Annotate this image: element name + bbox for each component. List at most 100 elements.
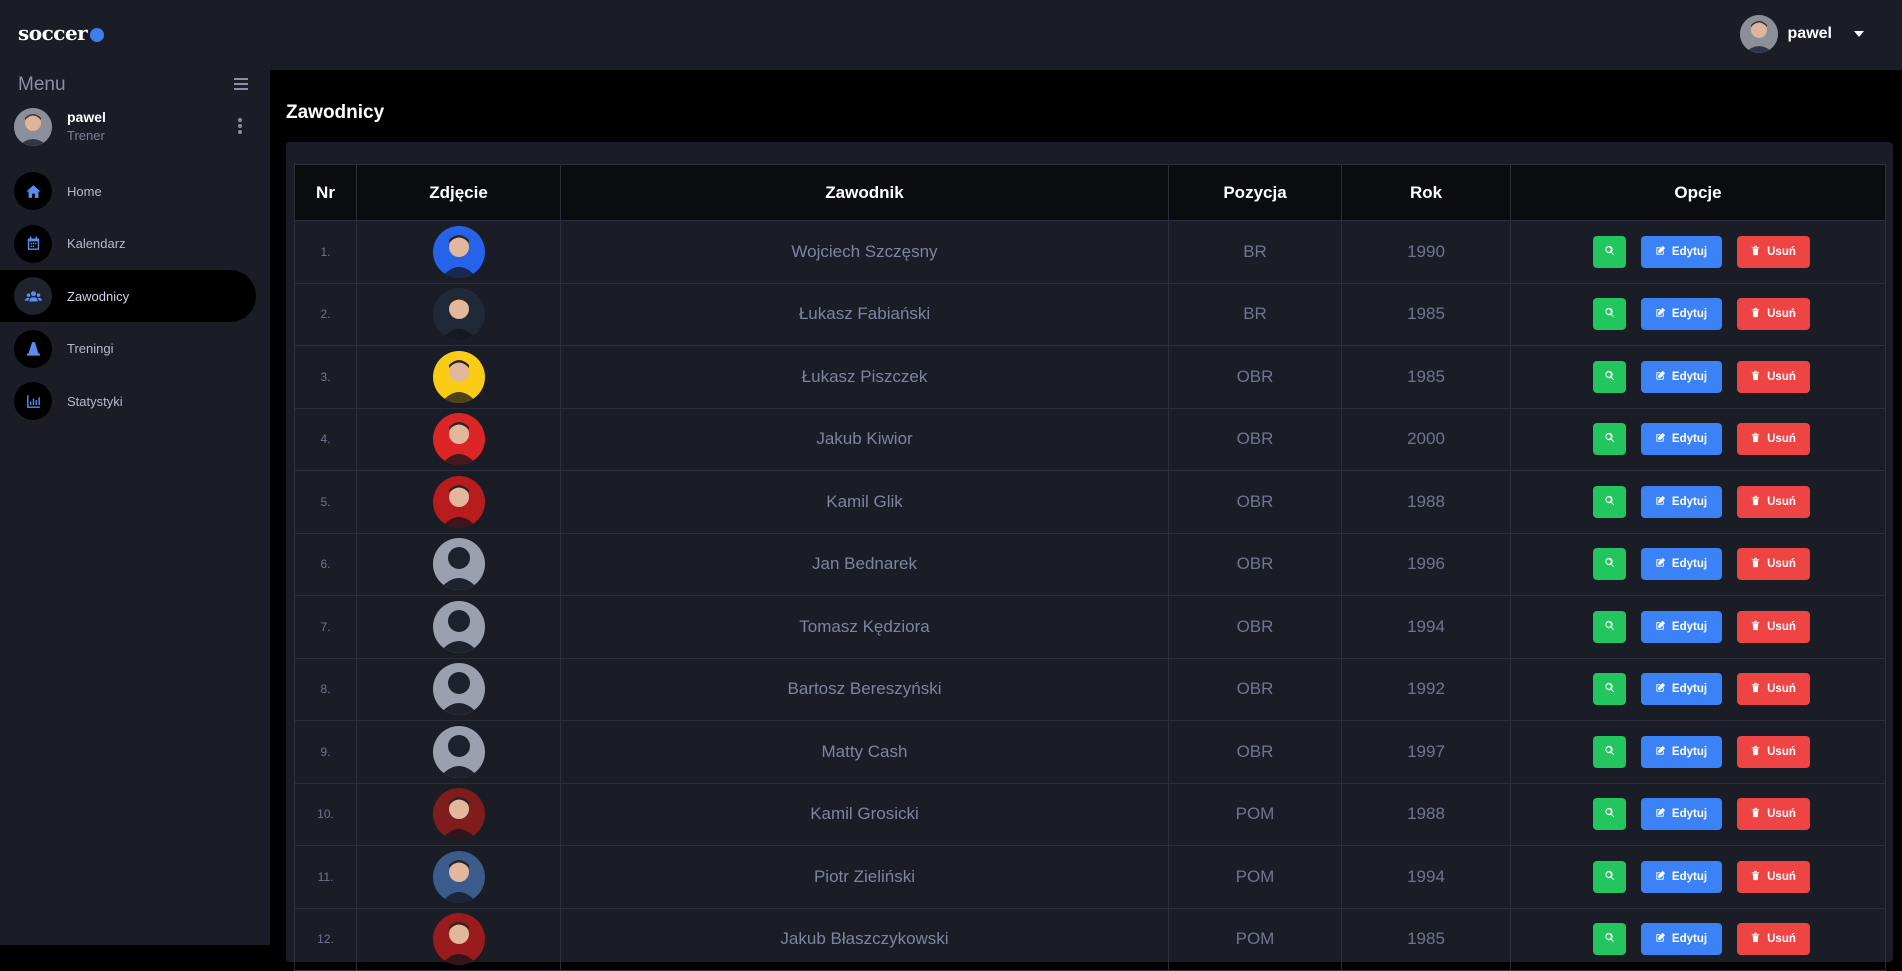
table-row: 8. Bartosz Bereszyński OBR 1992 Edytuj Usuń	[294, 657, 1886, 721]
player-number: 4.	[294, 407, 357, 471]
sidebar-item-statystyki[interactable]: Statystyki	[0, 375, 256, 427]
edit-button[interactable]: Edytuj	[1640, 673, 1722, 706]
edit-button[interactable]: Edytuj	[1640, 798, 1722, 831]
player-photo-cell	[356, 345, 561, 409]
delete-button[interactable]: Usuń	[1736, 923, 1810, 956]
player-options: Edytuj Usuń	[1510, 470, 1886, 534]
view-button[interactable]	[1592, 860, 1626, 893]
delete-button[interactable]: Usuń	[1736, 673, 1810, 706]
trash-icon	[1750, 932, 1761, 946]
edit-icon	[1655, 682, 1666, 696]
edit-label: Edytuj	[1671, 933, 1708, 946]
view-button[interactable]	[1592, 485, 1626, 518]
column-header-nr: Nr	[294, 164, 357, 221]
player-number: 11.	[294, 845, 357, 909]
menu-title: Menu	[18, 74, 66, 95]
sidebar-user: pawel Trener	[14, 108, 254, 148]
player-name: Jakub Błaszczykowski	[560, 907, 1169, 971]
player-number: 7.	[294, 595, 357, 659]
player-options: Edytuj Usuń	[1510, 407, 1886, 471]
delete-label: Usuń	[1767, 245, 1796, 258]
player-number: 8.	[294, 657, 357, 721]
user-menu[interactable]: pawel	[1739, 15, 1864, 53]
view-button[interactable]	[1592, 235, 1626, 268]
player-position: OBR	[1168, 345, 1342, 409]
edit-button[interactable]: Edytuj	[1640, 923, 1722, 956]
player-number: 6.	[294, 532, 357, 596]
view-button[interactable]	[1592, 798, 1626, 831]
edit-button[interactable]: Edytuj	[1640, 235, 1722, 268]
main-content: Zawodnicy Nr Zdjęcie Zawodnik Pozycja Ro…	[270, 70, 1902, 971]
delete-button[interactable]: Usuń	[1736, 360, 1810, 393]
delete-button[interactable]: Usuń	[1736, 548, 1810, 581]
edit-button[interactable]: Edytuj	[1640, 860, 1722, 893]
edit-icon	[1655, 620, 1666, 634]
delete-label: Usuń	[1767, 495, 1796, 508]
delete-label: Usuń	[1767, 620, 1796, 633]
edit-button[interactable]: Edytuj	[1640, 548, 1722, 581]
delete-button[interactable]: Usuń	[1736, 485, 1810, 518]
view-button[interactable]	[1592, 423, 1626, 456]
avatar	[14, 108, 52, 146]
sidebar-item-treningi[interactable]: Treningi	[0, 323, 256, 375]
edit-button[interactable]: Edytuj	[1640, 485, 1722, 518]
delete-button[interactable]: Usuń	[1736, 735, 1810, 768]
sidebar-item-zawodnicy[interactable]: Zawodnicy	[0, 270, 256, 322]
player-photo	[432, 600, 485, 653]
sidebar-nav: Home Kalendarz Zawodnicy Treningi Statys…	[0, 165, 270, 428]
edit-button[interactable]: Edytuj	[1640, 298, 1722, 331]
sidebar-item-home[interactable]: Home	[0, 165, 256, 217]
delete-button[interactable]: Usuń	[1736, 610, 1810, 643]
player-photo-cell	[356, 782, 561, 846]
edit-icon	[1655, 370, 1666, 384]
view-button[interactable]	[1592, 360, 1626, 393]
player-name: Jakub Kiwior	[560, 407, 1169, 471]
chevron-down-icon[interactable]	[1854, 31, 1864, 37]
search-icon	[1604, 745, 1615, 759]
hamburger-icon[interactable]	[234, 78, 248, 92]
edit-label: Edytuj	[1671, 433, 1708, 446]
player-options: Edytuj Usuń	[1510, 720, 1886, 784]
view-button[interactable]	[1592, 673, 1626, 706]
player-year: 1985	[1341, 345, 1511, 409]
player-options: Edytuj Usuń	[1510, 345, 1886, 409]
player-position: POM	[1168, 845, 1342, 909]
sidebar-item-kalendarz[interactable]: Kalendarz	[0, 218, 256, 270]
view-button[interactable]	[1592, 735, 1626, 768]
edit-button[interactable]: Edytuj	[1640, 423, 1722, 456]
table-row: 12. Jakub Błaszczykowski POM 1985 Edytuj Usuń	[294, 907, 1886, 971]
edit-icon	[1655, 557, 1666, 571]
sidebar-item-label: Treningi	[67, 341, 114, 356]
delete-label: Usuń	[1767, 370, 1796, 383]
delete-button[interactable]: Usuń	[1736, 860, 1810, 893]
table-row: 5. Kamil Glik OBR 1988 Edytuj Usuń	[294, 470, 1886, 534]
view-button[interactable]	[1592, 923, 1626, 956]
player-options: Edytuj Usuń	[1510, 220, 1886, 284]
search-icon	[1604, 495, 1615, 509]
search-icon	[1604, 370, 1615, 384]
delete-button[interactable]: Usuń	[1736, 798, 1810, 831]
delete-button[interactable]: Usuń	[1736, 235, 1810, 268]
player-photo-cell	[356, 595, 561, 659]
player-name: Wojciech Szczęsny	[560, 220, 1169, 284]
player-options: Edytuj Usuń	[1510, 907, 1886, 971]
more-options-icon[interactable]	[238, 118, 242, 136]
sidebar-user-role: Trener	[67, 128, 105, 143]
delete-button[interactable]: Usuń	[1736, 298, 1810, 331]
edit-label: Edytuj	[1671, 370, 1708, 383]
edit-label: Edytuj	[1671, 683, 1708, 696]
brand-logo[interactable]: soccer	[18, 21, 105, 45]
edit-label: Edytuj	[1671, 308, 1708, 321]
view-button[interactable]	[1592, 298, 1626, 331]
edit-button[interactable]: Edytuj	[1640, 360, 1722, 393]
edit-icon	[1655, 432, 1666, 446]
edit-icon	[1655, 932, 1666, 946]
delete-button[interactable]: Usuń	[1736, 423, 1810, 456]
view-button[interactable]	[1592, 610, 1626, 643]
player-name: Matty Cash	[560, 720, 1169, 784]
view-button[interactable]	[1592, 548, 1626, 581]
edit-button[interactable]: Edytuj	[1640, 610, 1722, 643]
edit-button[interactable]: Edytuj	[1640, 735, 1722, 768]
search-icon	[1604, 307, 1615, 321]
player-position: POM	[1168, 907, 1342, 971]
